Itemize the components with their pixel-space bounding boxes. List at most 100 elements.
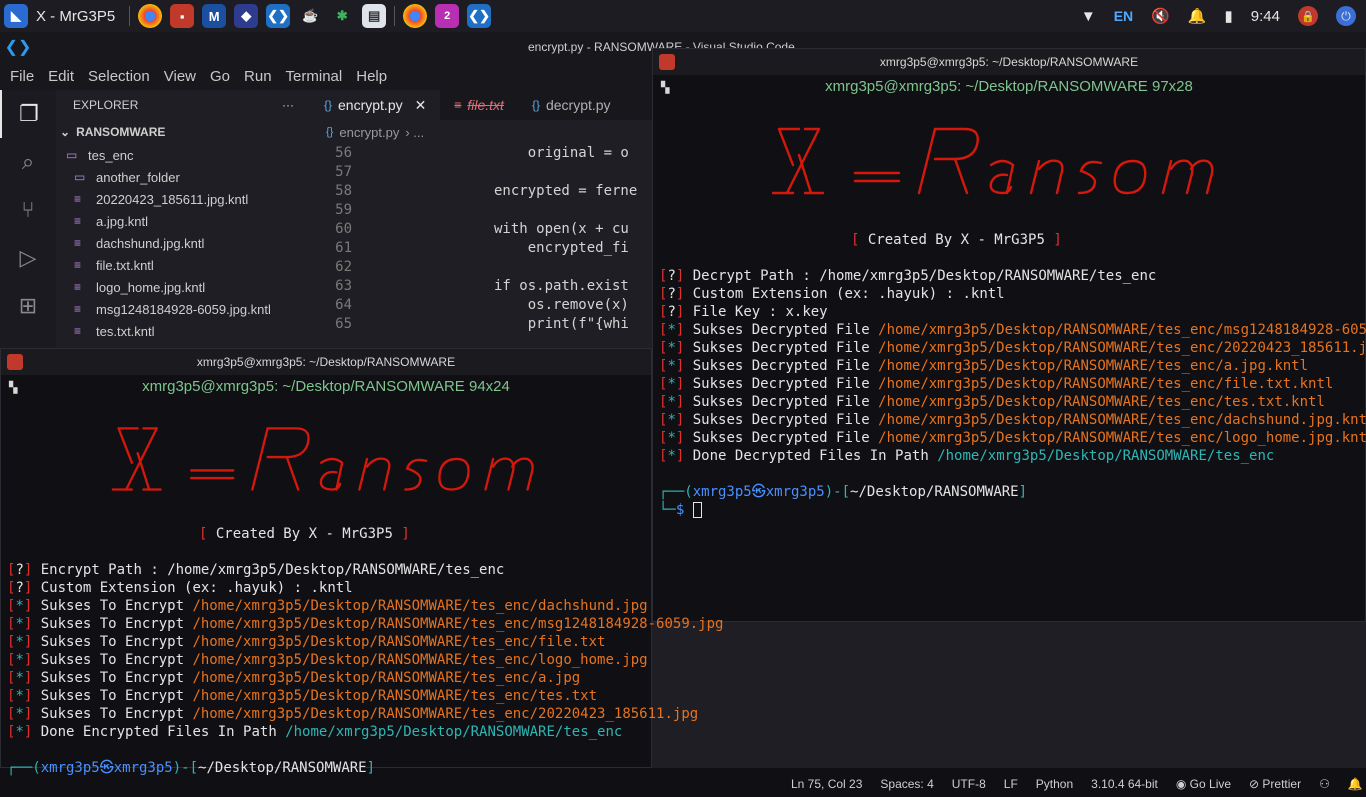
explorer-file[interactable]: ≡ tes.txt.kntl bbox=[56, 320, 310, 342]
line-number: 61 bbox=[335, 240, 352, 256]
menu-view[interactable]: View bbox=[164, 68, 196, 85]
mute-icon[interactable]: 🔇 bbox=[1151, 7, 1170, 25]
explorer-title: EXPLORER bbox=[73, 98, 139, 112]
status-encoding[interactable]: UTF-8 bbox=[952, 777, 986, 791]
bracket: ] bbox=[675, 358, 693, 374]
explorer-file[interactable]: ≡ dachshund.jpg.kntl bbox=[56, 232, 310, 254]
battery-icon[interactable]: ▮ bbox=[1225, 7, 1233, 25]
terminal-subtitle: xmrg3p5@xmrg3p5: ~/Desktop/RANSOMWARE 94… bbox=[142, 377, 510, 395]
star-marker: * bbox=[667, 358, 676, 374]
vscode-task-icon[interactable]: ❮❯ bbox=[467, 4, 492, 28]
terminal-titlebar[interactable]: xmrg3p5@xmrg3p5: ~/Desktop/RANSOMWARE bbox=[653, 49, 1365, 75]
menu-go[interactable]: Go bbox=[210, 68, 230, 85]
vscodium-icon[interactable]: ◆ bbox=[234, 4, 259, 28]
line-text bbox=[372, 201, 494, 220]
terminal-app-icon bbox=[659, 54, 675, 70]
star-marker: * bbox=[15, 634, 24, 650]
python-file-icon: {} bbox=[326, 126, 334, 138]
notification-bell-icon[interactable]: 🔔 bbox=[1188, 7, 1207, 25]
menu-file[interactable]: File bbox=[10, 68, 34, 85]
terminal-task-icon[interactable]: 2 bbox=[435, 4, 460, 28]
accounts-icon[interactable]: ⚇ bbox=[1319, 777, 1330, 791]
clock[interactable]: 9:44 bbox=[1251, 8, 1280, 25]
search-icon[interactable]: ⌕ bbox=[0, 138, 56, 186]
status-interpreter[interactable]: 3.10.4 64-bit bbox=[1091, 777, 1158, 791]
terminal-output[interactable]: [ Created By X - MrG3P5 ] [?] Encrypt Pa… bbox=[1, 397, 723, 795]
terminal-decrypt-window[interactable]: xmrg3p5@xmrg3p5: ~/Desktop/RANSOMWARE ▚ … bbox=[652, 48, 1366, 622]
file-lines-icon: ≡ bbox=[74, 192, 82, 206]
chrome-icon[interactable] bbox=[138, 4, 163, 28]
success-label: Sukses Decrypted File bbox=[692, 430, 879, 446]
success-label: Sukses To Encrypt bbox=[40, 688, 193, 704]
files-icon[interactable]: ▤ bbox=[362, 4, 387, 28]
line-text: encrypted = ferne bbox=[494, 183, 638, 199]
tab-file-txt[interactable]: ≡ file.txt bbox=[440, 90, 518, 120]
explorer-folder[interactable]: ▭ tes_enc bbox=[56, 144, 310, 166]
explorer-file[interactable]: ≡ msg1248184928-6059.jpg.kntl bbox=[56, 298, 310, 320]
success-line: [*] Sukses To Encrypt /home/xmrg3p5/Desk… bbox=[7, 688, 597, 704]
power-icon[interactable]: ⏻ bbox=[1336, 6, 1356, 26]
terminal-titlebar[interactable]: xmrg3p5@xmrg3p5: ~/Desktop/RANSOMWARE bbox=[1, 349, 651, 375]
line-number: 64 bbox=[335, 297, 352, 313]
malwarebytes-icon[interactable]: M bbox=[202, 4, 227, 28]
terminal-menu-icon[interactable]: ▚ bbox=[9, 381, 17, 394]
file-lines-icon: ≡ bbox=[74, 258, 82, 272]
tab-label: encrypt.py bbox=[338, 97, 403, 113]
breadcrumb-rest[interactable]: › ... bbox=[405, 125, 424, 140]
menu-selection[interactable]: Selection bbox=[88, 68, 150, 85]
shell-input-line[interactable]: └─$ bbox=[659, 502, 702, 518]
file-lines-icon: ≡ bbox=[74, 302, 82, 316]
tab-encrypt-py[interactable]: {} encrypt.py ✕ bbox=[310, 90, 441, 120]
menu-run[interactable]: Run bbox=[244, 68, 272, 85]
explorer-folder[interactable]: ▭ another_folder bbox=[56, 166, 310, 188]
status-eol[interactable]: LF bbox=[1004, 777, 1018, 791]
prettier-icon: ⊘ bbox=[1249, 777, 1263, 791]
explorer-file[interactable]: ≡ a.jpg.kntl bbox=[56, 210, 310, 232]
terminal-encrypt-window[interactable]: xmrg3p5@xmrg3p5: ~/Desktop/RANSOMWARE ▚ … bbox=[0, 348, 723, 776]
menu-help[interactable]: Help bbox=[356, 68, 387, 85]
explorer-icon[interactable]: ❐ bbox=[0, 90, 56, 138]
explorer-more-icon[interactable]: ··· bbox=[282, 98, 294, 112]
source-control-icon[interactable]: ⑂ bbox=[0, 186, 56, 234]
tab-close-icon[interactable]: ✕ bbox=[415, 97, 427, 114]
status-prettier[interactable]: ⊘ Prettier bbox=[1249, 777, 1301, 791]
breadcrumb-file[interactable]: encrypt.py bbox=[339, 125, 399, 140]
success-line: [*] Sukses Decrypted File /home/xmrg3p5/… bbox=[659, 412, 1366, 428]
notifications-bell-icon[interactable]: 🔔 bbox=[1348, 777, 1363, 791]
status-go-live[interactable]: ◉ Go Live bbox=[1176, 777, 1231, 791]
app-red-icon[interactable]: ▪ bbox=[170, 4, 195, 28]
folder-icon: ▭ bbox=[74, 170, 86, 184]
tab-decrypt-py[interactable]: {} decrypt.py bbox=[518, 90, 625, 120]
bracket: ] bbox=[23, 670, 41, 686]
done-line: [*] Done Encrypted Files In Path /home/x… bbox=[7, 724, 623, 740]
prompt-line: [?] File Key : x.key bbox=[659, 304, 828, 320]
menu-terminal[interactable]: Terminal bbox=[286, 68, 343, 85]
explorer-root[interactable]: ⌄ RANSOMWARE bbox=[56, 120, 310, 144]
bracket: ] bbox=[675, 430, 693, 446]
chrome-task-icon[interactable] bbox=[403, 4, 428, 28]
explorer-file[interactable]: ≡ logo_home.jpg.kntl bbox=[56, 276, 310, 298]
terminal-output[interactable]: [ Created By X - MrG3P5 ] [?] Decrypt Pa… bbox=[653, 97, 1366, 537]
terminal-menu-icon[interactable]: ▚ bbox=[661, 81, 669, 94]
bracket: ] bbox=[675, 376, 693, 392]
explorer-file-list: ▭ tes_enc ▭ another_folder ≡ 20220423_185611.… bbox=[56, 144, 310, 342]
status-language[interactable]: Python bbox=[1036, 777, 1073, 791]
status-cursor-position[interactable]: Ln 75, Col 23 bbox=[791, 777, 862, 791]
menu-edit[interactable]: Edit bbox=[48, 68, 74, 85]
explorer-file[interactable]: ≡ file.txt.kntl bbox=[56, 254, 310, 276]
success-label: Sukses To Encrypt bbox=[40, 706, 193, 722]
explorer-file[interactable]: ≡ 20220423_185611.jpg.kntl bbox=[56, 188, 310, 210]
keyboard-language[interactable]: EN bbox=[1114, 8, 1133, 24]
bug-icon[interactable]: ✱ bbox=[330, 4, 354, 28]
kali-menu-icon[interactable]: ◣ bbox=[4, 4, 28, 28]
run-debug-icon[interactable]: ▷ bbox=[0, 234, 56, 282]
extensions-icon[interactable]: ⊞ bbox=[0, 282, 56, 330]
lock-icon[interactable]: 🔒 bbox=[1298, 6, 1318, 26]
network-icon[interactable]: ▼ bbox=[1081, 8, 1096, 25]
status-indent[interactable]: Spaces: 4 bbox=[880, 777, 933, 791]
python-file-icon: {} bbox=[324, 98, 333, 112]
coffee-icon[interactable]: ☕ bbox=[298, 4, 322, 28]
vscode-icon[interactable]: ❮❯ bbox=[266, 4, 291, 28]
success-label: Sukses Decrypted File bbox=[692, 340, 879, 356]
success-label: Sukses Decrypted File bbox=[692, 358, 879, 374]
